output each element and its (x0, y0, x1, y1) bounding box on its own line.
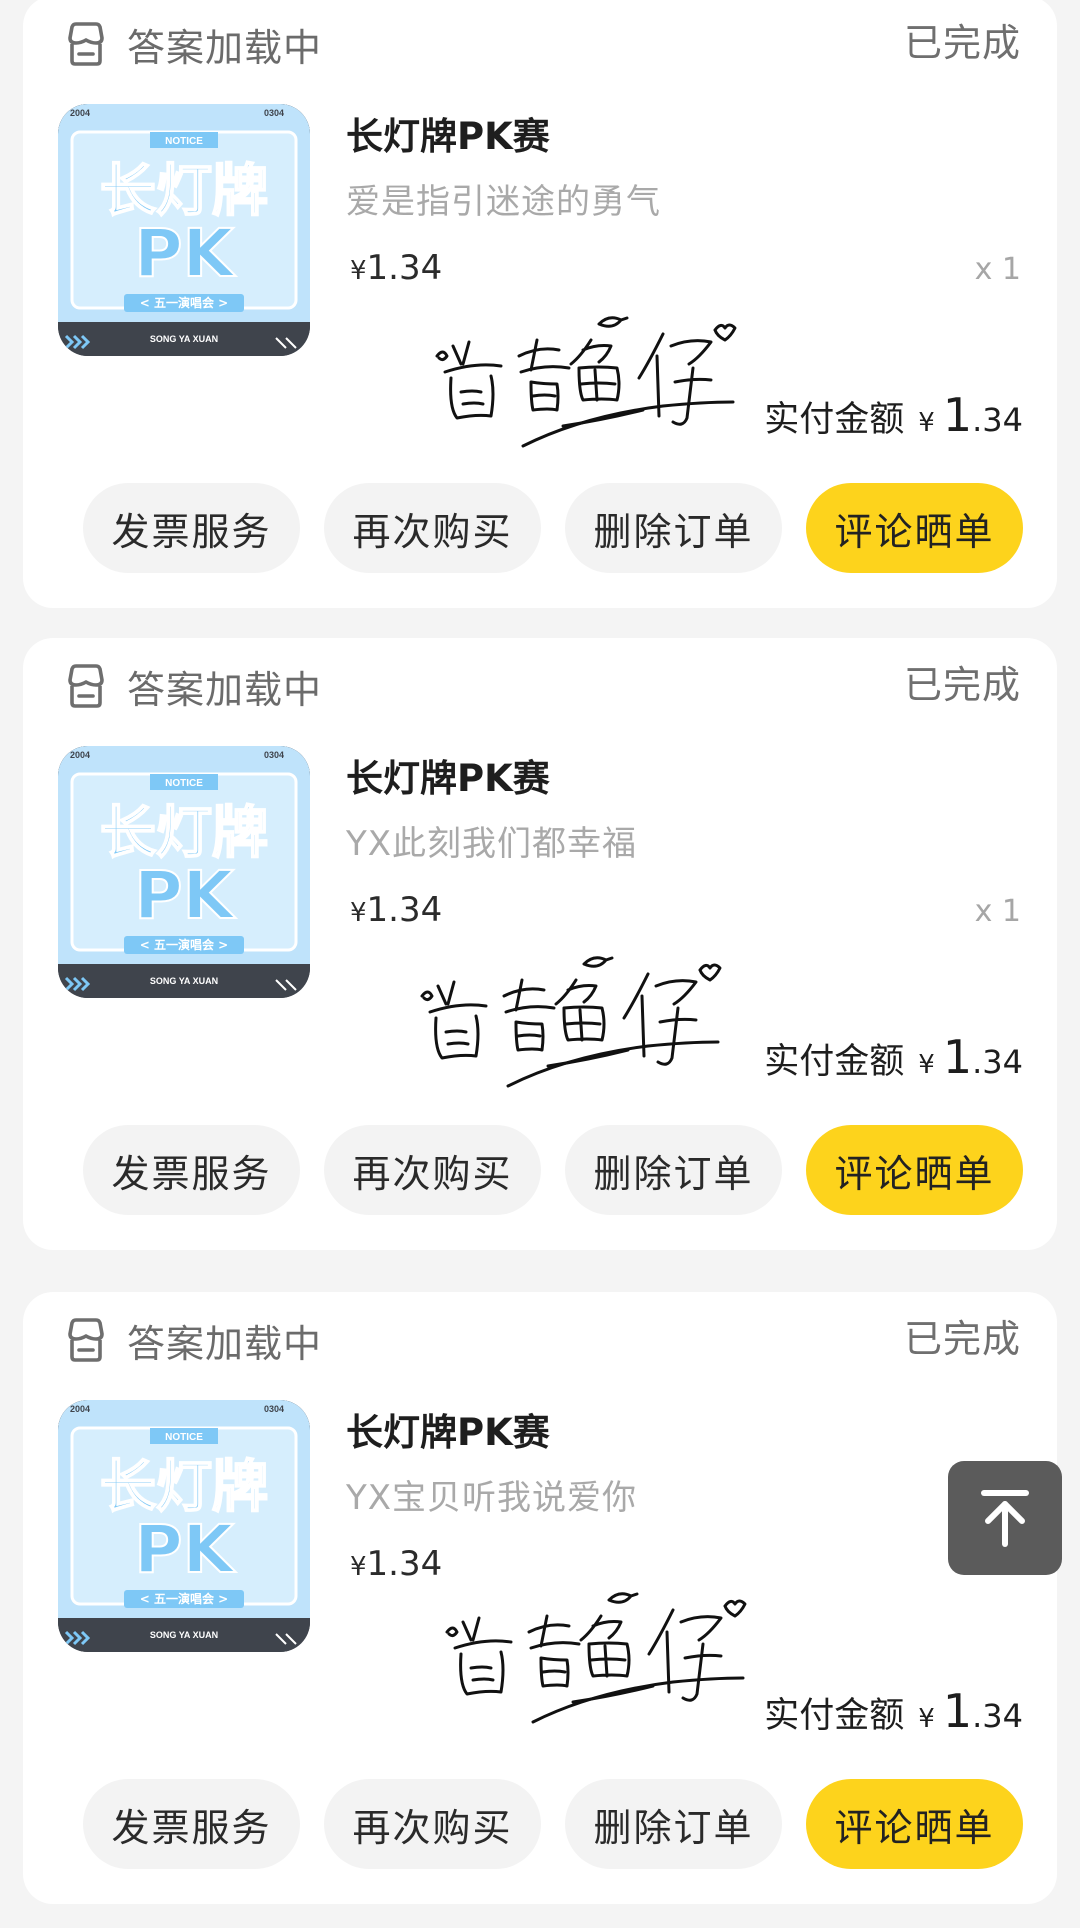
invoice-service-button[interactable]: 发票服务 (83, 1125, 300, 1215)
thumb-ribbon: < 五一演唱会 > (140, 937, 228, 952)
paid-decimal: .34 (972, 401, 1023, 439)
buy-again-button[interactable]: 再次购买 (324, 483, 541, 573)
product-title[interactable]: 长灯牌PK赛 (346, 748, 550, 802)
shop-link[interactable]: 答案加载中 (61, 16, 322, 72)
invoice-service-button[interactable]: 发票服务 (83, 1779, 300, 1869)
product-title[interactable]: 长灯牌PK赛 (346, 1402, 550, 1456)
shop-name: 答案加载中 (127, 1321, 323, 1366)
paid-amount: 实付金额 ¥ 1 .34 (764, 1030, 1023, 1084)
thumb-badge: NOTICE (165, 778, 203, 789)
order-card[interactable]: 答案加载中 已完成 2004 0304 NOTICE 长灯牌 PK < 五一演唱… (23, 638, 1057, 1250)
thumb-pk: PK (134, 215, 236, 292)
shop-link[interactable]: 答案加载中 (61, 1312, 322, 1368)
order-status: 已完成 (903, 1317, 1021, 1361)
product-title[interactable]: 长灯牌PK赛 (346, 106, 550, 160)
unit-price-value: 1.34 (366, 248, 443, 288)
currency-symbol: ¥ (350, 898, 367, 928)
shop-name: 答案加载中 (127, 667, 323, 712)
product-image: 2004 0304 NOTICE 长灯牌 PK < 五一演唱会 > SONG Y… (58, 1400, 310, 1652)
paid-integer: 1 (942, 1030, 973, 1084)
order-actions: 发票服务 再次购买 删除订单 评论晒单 (83, 483, 1023, 573)
thumb-year-right: 0304 (264, 750, 284, 760)
product-thumbnail[interactable]: 2004 0304 NOTICE 长灯牌 PK < 五一演唱会 > SONG Y… (58, 1400, 310, 1652)
thumb-ribbon: < 五一演唱会 > (140, 295, 228, 310)
product-thumbnail[interactable]: 2004 0304 NOTICE 长灯牌 PK < 五一演唱会 > SONG Y… (58, 104, 310, 356)
product-spec: YX此刻我们都幸福 (346, 824, 638, 864)
paid-decimal: .34 (972, 1697, 1023, 1735)
store-icon (68, 1318, 104, 1362)
order-card[interactable]: 答案加载中 已完成 2004 0304 NOTICE 长灯牌 PK < 五一演唱… (23, 1292, 1057, 1904)
signature-watermark (445, 1592, 747, 1724)
shop-link[interactable]: 答案加载中 (61, 658, 322, 714)
product-image: 2004 0304 NOTICE 长灯牌 PK < 五一演唱会 > SONG Y… (58, 104, 310, 356)
paid-label: 实付金额 (764, 1696, 905, 1736)
currency-symbol: ¥ (350, 256, 367, 286)
thumb-year-right: 0304 (264, 1404, 284, 1414)
shop-name: 答案加载中 (127, 25, 323, 70)
thumb-year-left: 2004 (70, 108, 90, 118)
write-review-button[interactable]: 评论晒单 (806, 483, 1023, 573)
arrow-up-to-top-icon (981, 1490, 1029, 1547)
thumb-badge: NOTICE (165, 1432, 203, 1443)
signature-watermark (420, 956, 722, 1088)
store-icon (68, 22, 104, 66)
thumb-footer: SONG YA XUAN (150, 976, 218, 986)
order-list: 答案加载中 已完成 2004 0304 NOTICE 长灯牌 PK < 五一演唱… (0, 0, 1080, 1928)
order-actions: 发票服务 再次购买 删除订单 评论晒单 (83, 1779, 1023, 1869)
paid-decimal: .34 (972, 1043, 1023, 1081)
order-status: 已完成 (903, 663, 1021, 707)
back-to-top-button[interactable] (948, 1461, 1062, 1575)
quantity: x 1 (974, 894, 1021, 929)
delete-order-button[interactable]: 删除订单 (565, 483, 782, 573)
thumb-footer: SONG YA XUAN (150, 1630, 218, 1640)
paid-currency: ¥ (918, 1704, 935, 1734)
buy-again-button[interactable]: 再次购买 (324, 1779, 541, 1869)
thumb-year-left: 2004 (70, 750, 90, 760)
invoice-service-button[interactable]: 发票服务 (83, 483, 300, 573)
product-spec: YX宝贝听我说爱你 (346, 1478, 638, 1518)
thumb-year-right: 0304 (264, 108, 284, 118)
delete-order-button[interactable]: 删除订单 (565, 1125, 782, 1215)
thumb-pk: PK (134, 857, 236, 934)
order-actions: 发票服务 再次购买 删除订单 评论晒单 (83, 1125, 1023, 1215)
write-review-button[interactable]: 评论晒单 (806, 1125, 1023, 1215)
unit-price: ¥1.34 (350, 1544, 442, 1584)
unit-price-value: 1.34 (366, 1544, 443, 1584)
thumb-badge: NOTICE (165, 136, 203, 147)
unit-price-value: 1.34 (366, 890, 443, 930)
product-spec: 爱是指引迷途的勇气 (346, 182, 661, 222)
unit-price: ¥1.34 (350, 248, 442, 288)
paid-currency: ¥ (918, 1050, 935, 1080)
thumb-year-left: 2004 (70, 1404, 90, 1414)
order-status: 已完成 (903, 21, 1021, 65)
product-thumbnail[interactable]: 2004 0304 NOTICE 长灯牌 PK < 五一演唱会 > SONG Y… (58, 746, 310, 998)
product-image: 2004 0304 NOTICE 长灯牌 PK < 五一演唱会 > SONG Y… (58, 746, 310, 998)
paid-amount: 实付金额 ¥ 1 .34 (764, 1684, 1023, 1738)
write-review-button[interactable]: 评论晒单 (806, 1779, 1023, 1869)
order-card[interactable]: 答案加载中 已完成 2004 0304 NOTICE 长灯牌 PK < 五一演唱… (23, 0, 1057, 608)
paid-integer: 1 (942, 388, 973, 442)
paid-integer: 1 (942, 1684, 973, 1738)
paid-amount: 实付金额 ¥ 1 .34 (764, 388, 1023, 442)
quantity: x 1 (974, 252, 1021, 287)
buy-again-button[interactable]: 再次购买 (324, 1125, 541, 1215)
currency-symbol: ¥ (350, 1552, 367, 1582)
paid-label: 实付金额 (764, 400, 905, 440)
signature-watermark (435, 316, 737, 448)
paid-label: 实付金额 (764, 1042, 905, 1082)
paid-currency: ¥ (918, 408, 935, 438)
delete-order-button[interactable]: 删除订单 (565, 1779, 782, 1869)
store-icon (68, 664, 104, 708)
thumb-ribbon: < 五一演唱会 > (140, 1591, 228, 1606)
thumb-pk: PK (134, 1511, 236, 1588)
unit-price: ¥1.34 (350, 890, 442, 930)
thumb-footer: SONG YA XUAN (150, 334, 218, 344)
